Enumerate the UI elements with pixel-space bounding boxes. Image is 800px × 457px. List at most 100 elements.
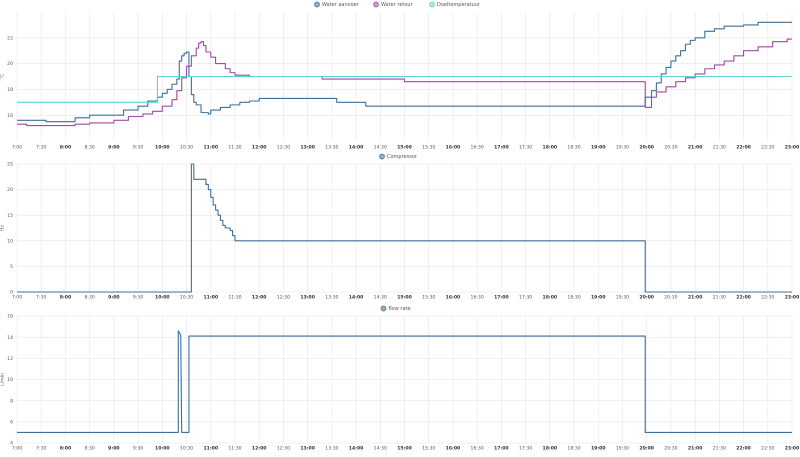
x-tick-label: 14:00 — [349, 446, 364, 452]
x-tick-label: 17:00 — [494, 295, 509, 301]
x-tick-label: 11:00 — [203, 295, 218, 301]
y-tick-label: 18 — [7, 87, 13, 93]
x-tick-label: 18:30 — [567, 145, 580, 151]
y-axis-label: Hz — [0, 224, 6, 230]
x-tick-label: 15:30 — [422, 446, 435, 452]
x-tick-label: 21:00 — [688, 295, 703, 301]
x-tick-label: 16:00 — [446, 145, 461, 151]
x-tick-label: 9:30 — [133, 446, 143, 452]
x-tick-label: 10:00 — [155, 446, 170, 452]
x-tick-label: 13:00 — [300, 446, 315, 452]
x-tick-label: 18:00 — [543, 446, 558, 452]
chart-panel-2: 7:00 7:30 8:00 8:30 9:00 9:30 10:00 10:30 11:00 1… — [0, 153, 800, 301]
x-tick-label: 11:00 — [203, 446, 218, 452]
x-tick-label: 23:00 — [785, 145, 800, 151]
x-tick-label: 16:00 — [446, 446, 461, 452]
y-axis-label: °C — [0, 74, 6, 80]
y-tick-label: 20 — [7, 187, 13, 193]
legend-item[interactable]: flow rate — [380, 305, 411, 312]
x-tick-label: 9:00 — [108, 295, 119, 301]
legend-swatch — [380, 305, 387, 312]
x-tick-label: 16:30 — [471, 145, 484, 151]
x-tick-label: 15:30 — [422, 145, 435, 151]
x-tick-label: 18:00 — [543, 295, 558, 301]
x-tick-label: 10:00 — [155, 295, 170, 301]
x-tick-label: 18:30 — [567, 295, 580, 301]
x-tick-label: 14:00 — [349, 295, 364, 301]
legend-label: Water aanvoer — [322, 2, 360, 8]
y-tick-label: 5 — [10, 264, 13, 270]
x-tick-label: 20:00 — [639, 295, 654, 301]
x-tick-label: 8:30 — [84, 446, 94, 452]
y-tick-label: 22 — [7, 35, 13, 41]
y-axis-label: L/min — [0, 373, 6, 386]
x-tick-label: 22:00 — [736, 145, 751, 151]
x-tick-label: 15:00 — [397, 295, 412, 301]
x-tick-label: 16:30 — [471, 295, 484, 301]
x-tick-label: 15:00 — [397, 446, 412, 452]
x-tick-label: 16:00 — [446, 295, 461, 301]
x-tick-label: 22:30 — [761, 145, 774, 151]
legend-swatch — [379, 153, 385, 160]
x-tick-label: 19:00 — [591, 446, 606, 452]
legend-item[interactable]: Water aanvoer — [314, 1, 360, 8]
x-tick-label: 14:00 — [349, 145, 364, 151]
x-tick-label: 16:30 — [471, 446, 484, 452]
x-tick-label: 11:00 — [203, 145, 218, 151]
legend-label: flow rate — [389, 306, 411, 312]
y-tick-label: 10 — [7, 238, 13, 244]
x-tick-label: 15:30 — [422, 295, 435, 301]
legend-item[interactable]: Water retour — [373, 1, 414, 8]
legend-item[interactable]: Doeltemperatuur — [429, 1, 481, 8]
x-tick-label: 20:00 — [639, 446, 654, 452]
x-tick-label: 22:30 — [761, 295, 774, 301]
x-tick-label: 19:30 — [616, 446, 629, 452]
x-tick-label: 14:30 — [374, 446, 387, 452]
y-tick-label: 4 — [10, 441, 13, 447]
x-tick-label: 13:00 — [300, 145, 315, 151]
x-tick-label: 18:30 — [567, 446, 580, 452]
y-tick-label: 0 — [10, 290, 13, 296]
x-tick-label: 11:30 — [228, 446, 241, 452]
y-tick-label: 14 — [7, 335, 13, 341]
x-tick-label: 20:30 — [664, 145, 677, 151]
legend-label: Doeltemperatuur — [437, 2, 481, 8]
x-tick-label: 20:30 — [664, 295, 677, 301]
x-tick-label: 12:30 — [277, 295, 290, 301]
x-tick-label: 9:30 — [133, 145, 143, 151]
x-tick-label: 12:00 — [252, 145, 267, 151]
x-tick-label: 21:30 — [713, 145, 726, 151]
x-tick-label: 8:30 — [84, 145, 94, 151]
chart-panel-1: 7:00 7:30 8:00 8:30 9:00 9:30 10:00 10:30 11:00 1… — [0, 1, 800, 151]
x-tick-label: 9:00 — [108, 145, 119, 151]
x-tick-label: 7:30 — [36, 295, 46, 301]
y-tick-label: 15 — [7, 213, 13, 219]
x-tick-label: 17:00 — [494, 446, 509, 452]
x-tick-label: 23:00 — [785, 295, 800, 301]
x-tick-label: 17:30 — [519, 295, 532, 301]
x-tick-label: 13:00 — [300, 295, 315, 301]
y-tick-label: 25 — [7, 162, 13, 168]
x-tick-label: 13:30 — [325, 295, 338, 301]
x-tick-label: 10:30 — [180, 145, 193, 151]
x-tick-label: 8:00 — [60, 295, 71, 301]
legend-swatch — [314, 1, 320, 8]
x-tick-label: 19:30 — [616, 145, 629, 151]
x-tick-label: 19:00 — [591, 145, 606, 151]
x-tick-label: 14:30 — [374, 295, 387, 301]
x-tick-label: 21:30 — [713, 446, 726, 452]
x-tick-label: 14:30 — [374, 145, 387, 151]
x-tick-label: 21:30 — [713, 295, 726, 301]
x-tick-label: 22:30 — [761, 446, 774, 452]
x-tick-label: 21:00 — [688, 145, 703, 151]
legend-swatch — [429, 1, 435, 8]
x-tick-label: 8:00 — [60, 145, 71, 151]
x-tick-label: 8:00 — [60, 446, 71, 452]
x-tick-label: 22:00 — [736, 295, 751, 301]
y-tick-label: 12 — [7, 356, 13, 362]
x-tick-label: 11:30 — [228, 295, 241, 301]
legend-item[interactable]: Compressor — [379, 153, 418, 160]
x-tick-label: 20:00 — [639, 145, 654, 151]
x-tick-label: 19:00 — [591, 295, 606, 301]
x-tick-label: 20:30 — [664, 446, 677, 452]
